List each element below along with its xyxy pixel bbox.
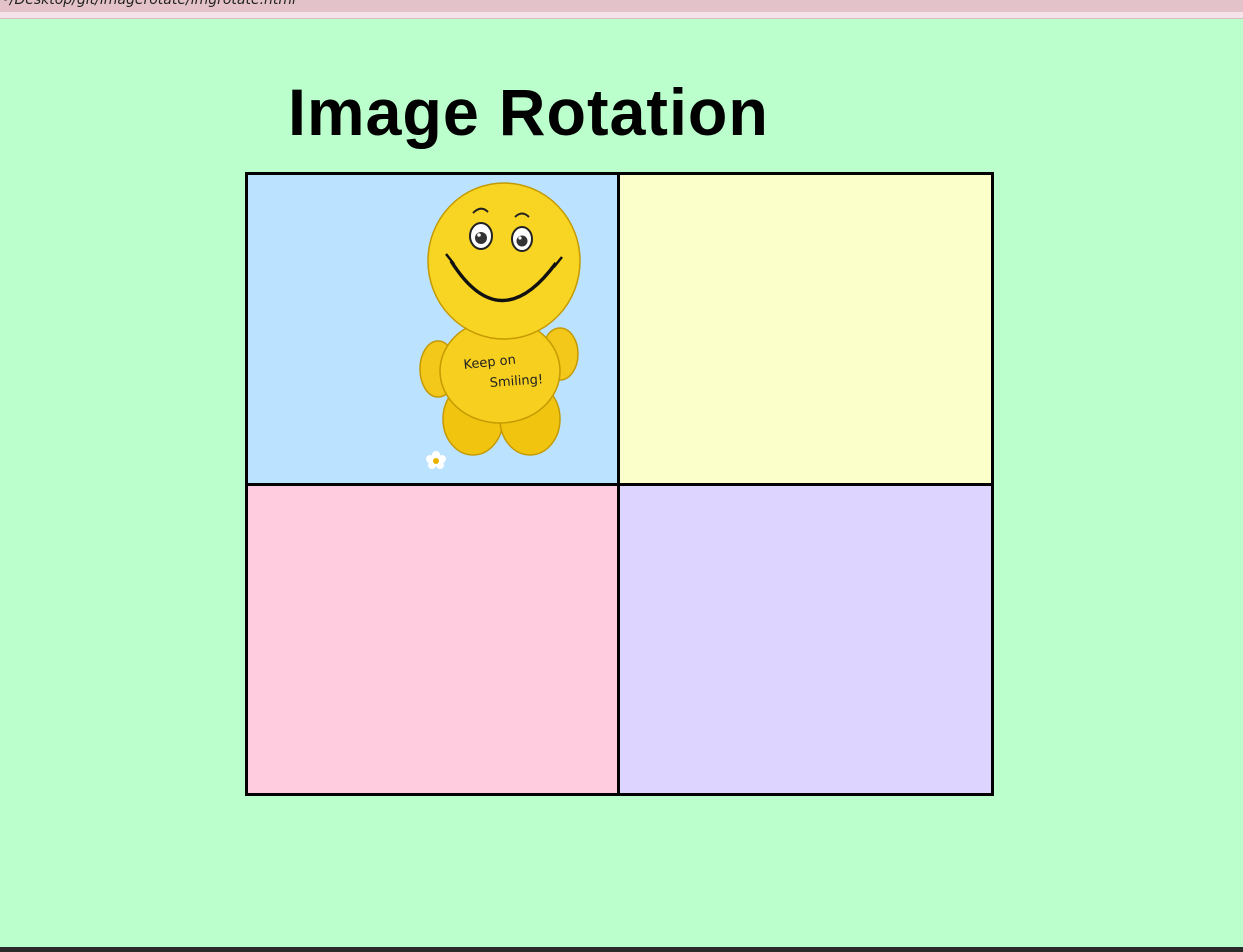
grid-cell-top-right[interactable] xyxy=(617,172,994,486)
address-url[interactable]: ~/Desktop/git/imagerotate/imgrotate.html xyxy=(0,0,296,8)
image-grid: Keep on Smiling! xyxy=(245,172,994,796)
grid-cell-bottom-left[interactable] xyxy=(245,483,620,796)
window-bottom-edge xyxy=(0,947,1243,952)
grid-bottom-border xyxy=(245,795,994,796)
browser-address-bar[interactable]: ~/Desktop/git/imagerotate/imgrotate.html xyxy=(0,0,1243,12)
browser-toolbar-divider xyxy=(0,12,1243,19)
grid-cell-bottom-right[interactable] xyxy=(617,483,994,796)
grid-cell-top-left[interactable]: Keep on Smiling! xyxy=(245,172,620,486)
smiley-toy-image: Keep on Smiling! xyxy=(419,182,581,469)
page-title: Image Rotation xyxy=(288,75,769,149)
